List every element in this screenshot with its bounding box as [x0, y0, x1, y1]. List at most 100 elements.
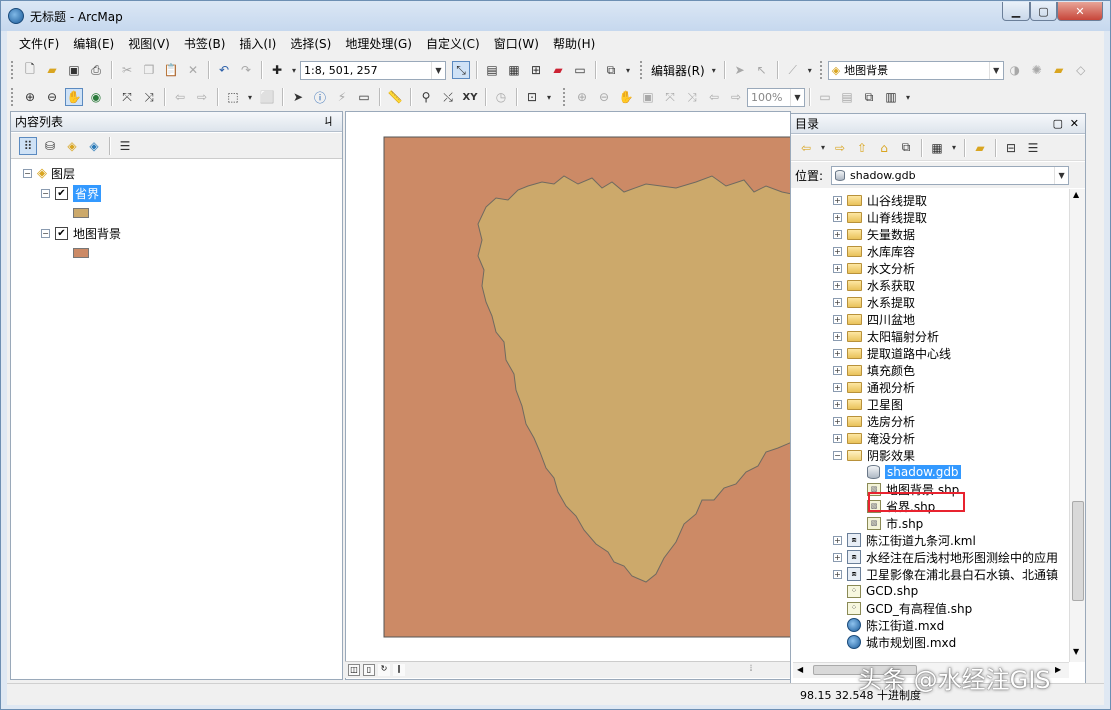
collapse-icon[interactable]: − [41, 189, 50, 198]
table-of-contents-window-icon[interactable]: ▤ [483, 61, 501, 79]
create-viewer-window-icon[interactable]: ⊡ [523, 88, 541, 106]
list-by-source-icon[interactable]: ⛁ [41, 137, 59, 155]
vertical-scrollbar[interactable]: ▲ ▼ [1069, 189, 1085, 662]
back-extent-icon[interactable]: ⇦ [171, 88, 189, 106]
menu-view[interactable]: 视图(V) [122, 34, 178, 54]
catalog-tree[interactable]: +山谷线提取+山脊线提取+矢量数据+水库库容+水文分析+水系获取+水系提取+四川… [793, 189, 1069, 662]
catalog-window-icon[interactable]: ▦ [505, 61, 523, 79]
new-folder-icon[interactable]: ▰ [971, 139, 989, 157]
expand-icon[interactable]: + [833, 536, 842, 545]
catalog-item[interactable]: +水系获取 [833, 276, 915, 294]
catalog-item[interactable]: +填充颜色 [833, 361, 915, 379]
expand-icon[interactable]: + [833, 213, 842, 222]
layout-view-icon[interactable]: ▯ [363, 664, 375, 676]
expand-icon[interactable]: + [833, 400, 842, 409]
expand-icon[interactable]: + [833, 264, 842, 273]
expand-icon[interactable]: + [833, 298, 842, 307]
toggle-contents-icon[interactable]: ⊟ [1002, 139, 1020, 157]
edit-tool-icon[interactable]: ➤ [731, 61, 749, 79]
menu-windows[interactable]: 窗口(W) [488, 34, 547, 54]
catalog-item[interactable]: 城市规划图.mxd [833, 633, 956, 651]
catalog-item[interactable]: +⧈卫星影像在浦北县白石水镇、北通镇 [833, 565, 1058, 583]
restore-icon[interactable]: ▢ [1053, 114, 1063, 134]
back-dropdown-icon[interactable]: ▾ [819, 139, 827, 157]
pause-drawing-icon[interactable]: ∥ [393, 664, 405, 676]
catalog-item[interactable]: −阴影效果 [833, 446, 915, 464]
catalog-item[interactable]: 陈江街道.mxd [833, 616, 944, 634]
map-scale-combo[interactable]: 1:8, 501, 257 ▼ [300, 61, 446, 80]
catalog-item[interactable]: +矢量数据 [833, 225, 915, 243]
layer-name[interactable]: 地图背景 [73, 225, 121, 242]
refresh-icon[interactable]: ↻ [378, 664, 390, 676]
editor-toolbar-icon[interactable]: ⤡ [452, 61, 470, 79]
expand-icon[interactable]: + [833, 196, 842, 205]
toolbar-grip[interactable] [820, 61, 824, 79]
layout-zoom-in-icon[interactable]: ⊕ [573, 88, 591, 106]
layer-symbol-swatch[interactable] [73, 208, 89, 218]
zoom-whole-page-icon[interactable]: ▣ [639, 88, 657, 106]
options-icon[interactable]: ☰ [1024, 139, 1042, 157]
menu-edit[interactable]: 编辑(E) [67, 34, 122, 54]
collapse-icon[interactable]: − [41, 229, 50, 238]
catalog-item[interactable]: +⧈水经注在后浅村地形图测绘中的应用 [833, 548, 1058, 566]
print-icon[interactable]: ⎙ [87, 61, 105, 79]
effects-layer-combo[interactable]: ◈ 地图背景 ▼ [828, 61, 1004, 80]
menu-help[interactable]: 帮助(H) [547, 34, 603, 54]
catalog-item[interactable]: +水库库容 [833, 242, 915, 260]
editor-dropdown-icon[interactable]: ▾ [710, 61, 718, 79]
forward-extent-icon[interactable]: ⇨ [193, 88, 211, 106]
chevron-down-icon[interactable]: ▼ [790, 89, 804, 106]
expand-icon[interactable]: + [833, 383, 842, 392]
catalog-item[interactable]: +山谷线提取 [833, 191, 927, 209]
back-arrow-icon[interactable]: ⇦ [797, 139, 815, 157]
layout-pan-icon[interactable]: ✋ [617, 88, 635, 106]
expand-icon[interactable]: + [833, 247, 842, 256]
layout-forward-icon[interactable]: ⇨ [727, 88, 745, 106]
scroll-up-icon[interactable]: ▲ [1073, 190, 1079, 199]
layer-row-map-background[interactable]: − ✔ 地图背景 [41, 224, 121, 242]
catalog-item[interactable]: shadow.gdb [867, 463, 961, 481]
location-combo[interactable]: shadow.gdb ▼ [831, 166, 1069, 185]
arctoolbox-icon[interactable]: ▰ [549, 61, 567, 79]
delete-icon[interactable]: ✕ [184, 61, 202, 79]
python-window-icon[interactable]: ▭ [571, 61, 589, 79]
paste-icon[interactable]: 📋 [162, 61, 180, 79]
collapse-icon[interactable]: − [833, 451, 842, 460]
measure-icon[interactable]: 📏 [386, 88, 404, 106]
catalog-item[interactable]: ▧市.shp [867, 514, 923, 532]
layer-name[interactable]: 省界 [73, 185, 101, 202]
catalog-item[interactable]: ⁘GCD_有高程值.shp [833, 599, 972, 617]
layer-visibility-checkbox[interactable]: ✔ [55, 227, 68, 240]
find-binoculars-icon[interactable]: ⚲ [417, 88, 435, 106]
catalog-item[interactable]: +水文分析 [833, 259, 915, 277]
catalog-item[interactable]: +⧈陈江街道九条河.kml [833, 531, 976, 549]
toolbar-grip[interactable] [640, 61, 644, 79]
menu-bookmarks[interactable]: 书签(B) [178, 34, 234, 54]
layer-visibility-checkbox[interactable]: ✔ [55, 187, 68, 200]
catalog-item[interactable]: +水系提取 [833, 293, 915, 311]
collapse-icon[interactable]: − [23, 169, 32, 178]
minimize-button[interactable]: ▁ [1002, 2, 1030, 21]
scrollbar-thumb[interactable] [1072, 501, 1084, 601]
catalog-item[interactable]: +提取道路中心线 [833, 344, 951, 362]
straight-segment-icon[interactable]: ⟋ [784, 61, 802, 79]
data-driven-pages-icon[interactable]: ▥ [882, 88, 900, 106]
edit-annotation-icon[interactable]: ↖ [753, 61, 771, 79]
view-grid-icon[interactable]: ▦ [928, 139, 946, 157]
menu-file[interactable]: 文件(F) [13, 34, 67, 54]
change-layout-icon[interactable]: ⧉ [860, 88, 878, 106]
toc-options-icon[interactable]: ☰ [116, 137, 134, 155]
expand-icon[interactable]: + [833, 570, 842, 579]
expand-icon[interactable]: + [833, 366, 842, 375]
list-by-visibility-icon[interactable]: ◈ [63, 137, 81, 155]
scroll-right-icon[interactable]: ▶ [1055, 665, 1061, 674]
catalog-item[interactable]: +四川盆地 [833, 310, 915, 328]
catalog-item[interactable]: +淹没分析 [833, 429, 915, 447]
layer-symbol-swatch[interactable] [73, 248, 89, 258]
expand-icon[interactable]: + [833, 434, 842, 443]
layer-row-province[interactable]: − ✔ 省界 [41, 184, 101, 202]
menu-insert[interactable]: 插入(I) [233, 34, 284, 54]
map-display[interactable] [345, 111, 791, 680]
layers-group-row[interactable]: − ◈ 图层 [23, 164, 75, 182]
expand-icon[interactable]: + [833, 230, 842, 239]
